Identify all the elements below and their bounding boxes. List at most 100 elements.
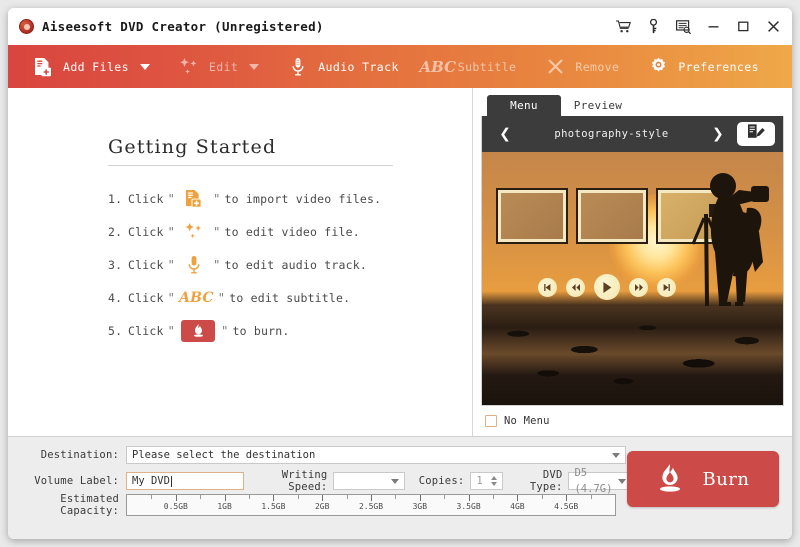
step-text: to edit audio track.	[224, 257, 367, 272]
toolbar-preferences[interactable]: Preferences	[641, 45, 765, 88]
capacity-tick	[273, 495, 275, 501]
toolbar-edit-label: Edit	[208, 59, 239, 74]
edit-sparkles-icon	[179, 220, 209, 244]
quote-close: "	[217, 290, 226, 305]
quote-close: "	[213, 191, 221, 206]
burn-button[interactable]: Burn	[627, 451, 779, 507]
toolbar-edit[interactable]: Edit	[172, 45, 265, 88]
volume-label-value: My DVD	[132, 475, 170, 487]
main-toolbar: Add Files Edit Audio Track ABC Subtitle …	[8, 45, 792, 88]
feedback-icon[interactable]	[675, 18, 692, 35]
toolbar-audio-track-label: Audio Track	[318, 59, 399, 74]
writing-speed-select[interactable]	[333, 472, 405, 490]
capacity-tick-minor	[444, 495, 446, 499]
edit-template-button[interactable]	[737, 122, 775, 146]
burn-settings-panel: Destination: Please select the destinati…	[8, 436, 792, 539]
chevron-down-icon[interactable]	[390, 478, 399, 484]
edit-sparkles-icon	[178, 56, 200, 78]
capacity-tick-label: 3GB	[412, 502, 428, 511]
volume-label-input[interactable]: My DVD	[126, 472, 245, 490]
tab-menu[interactable]: Menu	[487, 95, 561, 116]
menu-template-box: ❮ photography-style ❯	[481, 116, 784, 406]
capacity-tick-minor	[249, 495, 250, 499]
getting-started-block: Getting Started 1. Click " " to import v…	[108, 136, 398, 347]
toolbar-preferences-label: Preferences	[678, 59, 759, 74]
cart-icon[interactable]	[615, 18, 632, 35]
capacity-tick-label: 1GB	[217, 502, 232, 511]
photo-frame[interactable]	[496, 188, 568, 244]
add-files-icon	[179, 187, 209, 211]
capacity-tick-label: 3.5GB	[456, 502, 481, 511]
capacity-tick	[371, 495, 372, 501]
capacity-row: Estimated Capacity: 0.5GB 1GB 1.5GB 2GB 2.5G…	[22, 493, 632, 517]
step-number: 4.	[108, 290, 123, 305]
menu-pane: Menu Preview ❮ photography-style ❯ No Me…	[473, 88, 792, 436]
step-text: to burn.	[232, 323, 290, 338]
copies-stepper[interactable]: 1	[470, 472, 503, 490]
tab-preview[interactable]: Preview	[561, 95, 635, 116]
list-item: 5. Click " " to burn.	[108, 314, 398, 347]
maximize-icon[interactable]	[735, 18, 752, 35]
abc-icon: ABC	[179, 289, 214, 306]
destination-select[interactable]: Please select the destination	[126, 446, 626, 464]
destination-label: Destination:	[40, 449, 119, 461]
dvd-type-select[interactable]: D5 (4.7G)	[568, 467, 632, 495]
step-number: 5.	[108, 323, 123, 338]
capacity-tick-label: 0.5GB	[163, 502, 188, 511]
chevron-left-icon[interactable]: ❮	[490, 124, 520, 144]
capacity-tick-minor	[151, 495, 153, 499]
toolbar-audio-track[interactable]: Audio Track	[281, 45, 405, 88]
ground-texture	[482, 306, 783, 405]
menu-tabs: Menu Preview	[473, 94, 792, 116]
step-number: 2.	[108, 224, 123, 239]
forward-icon[interactable]	[629, 277, 648, 297]
list-item: 4. Click " ABC " to edit subtitle.	[108, 281, 398, 314]
step-click-word: Click	[128, 224, 164, 239]
abc-icon: ABC	[419, 57, 457, 76]
list-item: 1. Click " " to import video files.	[108, 182, 398, 215]
step-click-word: Click	[128, 323, 164, 338]
step-number: 3.	[108, 257, 123, 272]
template-navigator: ❮ photography-style ❯	[482, 116, 783, 152]
chevron-down-icon[interactable]	[139, 63, 150, 70]
volume-row: Volume Label: My DVD Writing Speed: Copi…	[22, 467, 632, 495]
burn-chip	[179, 319, 217, 343]
chevron-down-icon[interactable]	[249, 63, 260, 70]
chevron-down-icon[interactable]	[618, 478, 626, 484]
step-number: 1.	[108, 191, 123, 206]
edit-template-icon	[746, 123, 766, 145]
capacity-tick	[566, 495, 568, 501]
microphone-icon	[287, 56, 309, 78]
step-text: to import video files.	[224, 191, 382, 206]
chevron-right-icon[interactable]: ❯	[703, 124, 733, 144]
getting-started-pane: Getting Started 1. Click " " to import v…	[8, 88, 473, 436]
chevron-down-icon[interactable]	[612, 452, 620, 458]
template-name: photography-style	[554, 128, 669, 140]
capacity-tick-minor	[200, 495, 202, 499]
play-icon[interactable]	[594, 274, 620, 300]
list-item: 2. Click " " to edit video file.	[108, 215, 398, 248]
capacity-tick-minor	[541, 495, 543, 499]
page-title: Getting Started	[108, 136, 277, 158]
photo-frame[interactable]	[576, 188, 648, 244]
toolbar-remove[interactable]: Remove	[538, 45, 625, 88]
toolbar-subtitle[interactable]: ABC Subtitle	[419, 45, 523, 88]
capacity-tick	[322, 495, 324, 501]
prev-icon[interactable]	[538, 277, 557, 297]
toolbar-add-files[interactable]: Add Files	[26, 45, 156, 88]
no-menu-label: No Menu	[504, 415, 550, 427]
key-icon[interactable]	[645, 18, 662, 35]
spinner-arrows-icon[interactable]	[490, 476, 497, 486]
rewind-icon[interactable]	[566, 277, 585, 297]
capacity-tick-label: 1.5GB	[261, 502, 286, 511]
capacity-tick-minor	[346, 495, 348, 499]
capacity-tick-label: 2.5GB	[358, 502, 384, 511]
menu-preview-image[interactable]	[482, 152, 783, 405]
close-icon[interactable]	[765, 18, 782, 35]
capacity-bar: 0.5GB 1GB 1.5GB 2GB 2.5GB 3GB 3.5GB 4GB 4.5GB	[126, 494, 616, 516]
microphone-icon	[179, 253, 209, 277]
capacity-tick	[175, 495, 177, 501]
no-menu-checkbox[interactable]	[485, 415, 497, 427]
minimize-icon[interactable]	[705, 18, 722, 35]
copies-label: Copies:	[418, 475, 465, 487]
